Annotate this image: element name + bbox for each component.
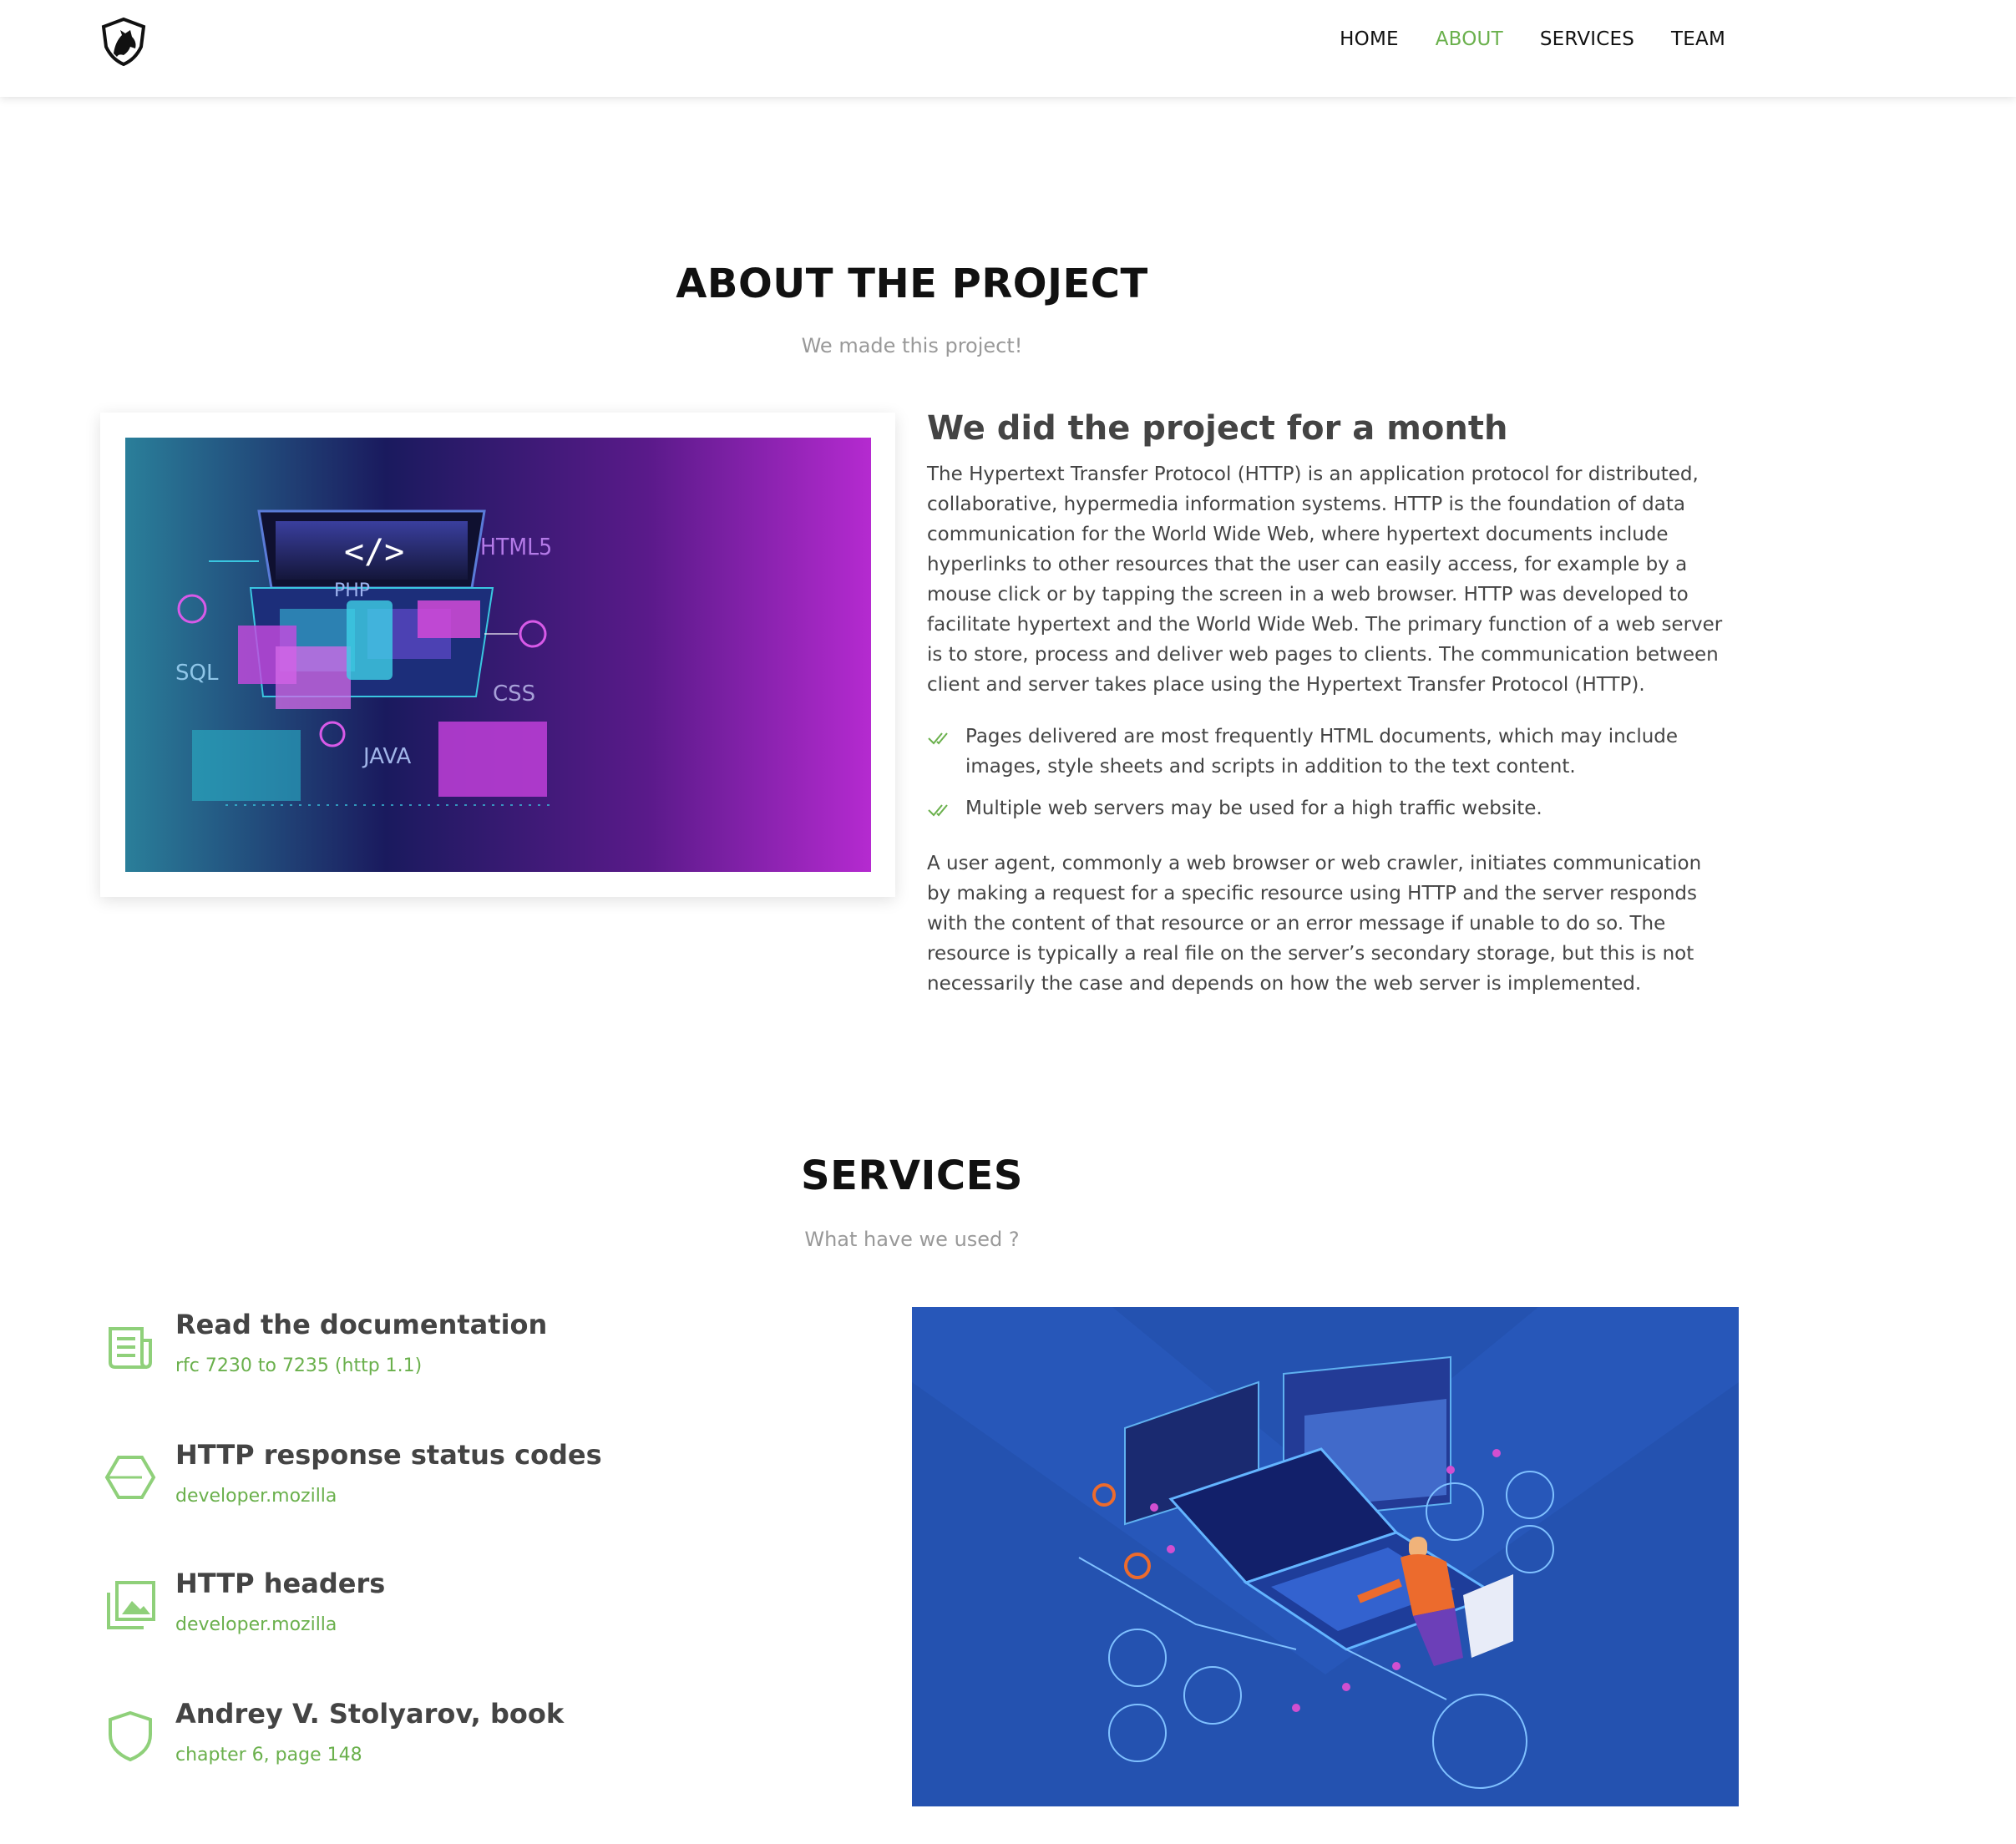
service-item-status-codes: HTTP response status codes developer.moz… (100, 1439, 852, 1539)
service-title: HTTP headers (175, 1568, 386, 1599)
double-check-icon (928, 732, 948, 745)
service-item-book: Andrey V. Stolyarov, book chapter 6, pag… (100, 1698, 852, 1798)
double-check-icon (928, 804, 948, 817)
nav-home[interactable]: HOME (1340, 28, 1399, 50)
about-paragraph-2: A user agent, commonly a web browser or … (927, 853, 1702, 995)
shield-icon (109, 1710, 152, 1762)
nav-services[interactable]: SERVICES (1540, 28, 1634, 50)
about-text-block: We did the project for a month The Hyper… (927, 409, 1729, 999)
about-check-list: Pages delivered are most frequently HTML… (927, 722, 1729, 823)
site-header: HOME ABOUT SERVICES TEAM (0, 0, 2016, 97)
sql-label: SQL (175, 661, 219, 686)
service-link[interactable]: developer.mozilla (175, 1614, 337, 1635)
check-item-text: Multiple web servers may be used for a h… (965, 798, 1542, 819)
nav-about[interactable]: ABOUT (1436, 28, 1503, 50)
php-label: PHP (334, 580, 370, 601)
about-heading: We did the project for a month (927, 409, 1508, 448)
developer-isometric-illustration (912, 1307, 1739, 1806)
java-label: JAVA (362, 744, 411, 769)
about-image-card: </> HTML5 PHP SQL CSS JAVA (100, 413, 895, 897)
main-nav: HOME ABOUT SERVICES TEAM (1340, 28, 1725, 50)
about-subtitle: We made this project! (801, 334, 1023, 357)
service-title: Read the documentation (175, 1309, 548, 1340)
css-label: CSS (493, 681, 535, 707)
service-item-headers: HTTP headers developer.mozilla (100, 1568, 852, 1668)
images-icon (107, 1581, 155, 1629)
service-link[interactable]: developer.mozilla (175, 1486, 337, 1507)
service-link[interactable]: chapter 6, page 148 (175, 1745, 362, 1765)
check-item-text: Pages delivered are most frequently HTML… (965, 726, 1679, 778)
service-item-documentation: Read the documentation rfc 7230 to 7235 … (100, 1309, 852, 1409)
html5-label: HTML5 (480, 533, 552, 560)
newspaper-icon (109, 1327, 152, 1369)
nav-team[interactable]: TEAM (1671, 28, 1725, 50)
services-subtitle: What have we used ? (804, 1228, 1020, 1251)
check-list-item: Multiple web servers may be used for a h… (927, 793, 1729, 823)
web-development-illustration: </> HTML5 PHP SQL CSS JAVA (125, 438, 871, 872)
service-link[interactable]: rfc 7230 to 7235 (http 1.1) (175, 1355, 422, 1376)
service-title: Andrey V. Stolyarov, book (175, 1698, 565, 1730)
horse-shield-logo-icon[interactable] (99, 17, 149, 67)
hexagon-icon (104, 1456, 156, 1499)
about-title: ABOUT THE PROJECT (676, 261, 1148, 307)
about-paragraph-1: The Hypertext Transfer Protocol (HTTP) i… (927, 464, 1723, 696)
services-title: SERVICES (801, 1152, 1023, 1199)
check-list-item: Pages delivered are most frequently HTML… (927, 722, 1729, 782)
code-tag-label: </> (344, 533, 404, 571)
service-title: HTTP response status codes (175, 1439, 602, 1471)
